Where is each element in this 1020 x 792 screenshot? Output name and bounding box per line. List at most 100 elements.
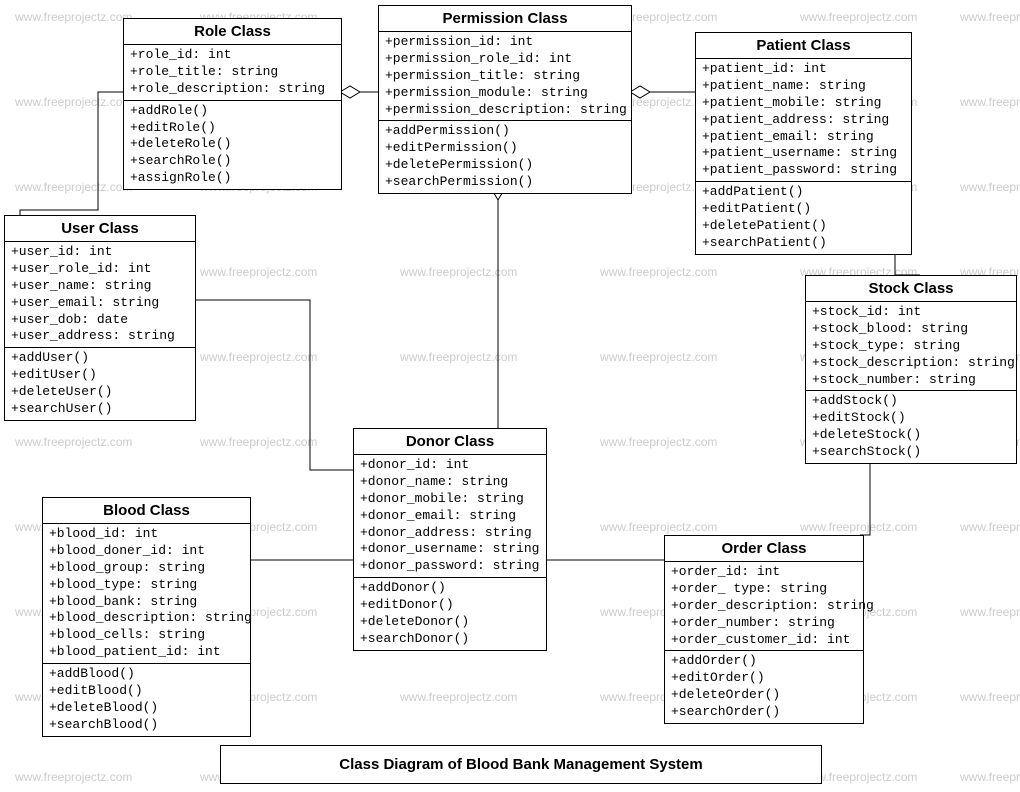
class-order-attrs: +order_id: int+order_ type: string+order… [665,562,863,651]
class-member: +role_description: string [130,81,335,98]
class-order-title: Order Class [665,536,863,562]
class-member: +searchOrder() [671,704,857,721]
class-member: +blood_doner_id: int [49,543,244,560]
class-stock-attrs: +stock_id: int+stock_blood: string+stock… [806,302,1016,391]
class-member: +deletePermission() [385,157,625,174]
watermark-text: www.freeprojectz.com [15,95,132,109]
class-stock: Stock Class +stock_id: int+stock_blood: … [805,275,1017,464]
class-member: +blood_type: string [49,577,244,594]
watermark-text: www.freeprojectz.com [600,520,717,534]
class-member: +order_description: string [671,598,857,615]
class-patient: Patient Class +patient_id: int+patient_n… [695,32,912,255]
class-member: +user_id: int [11,244,189,261]
watermark-text: www.freeprojectz.com [800,520,917,534]
class-member: +searchStock() [812,444,1010,461]
class-member: +editUser() [11,367,189,384]
watermark-text: www.freeprojectz.com [600,265,717,279]
class-member: +blood_id: int [49,526,244,543]
watermark-text: www.freeprojectz.com [960,520,1020,534]
class-member: +stock_description: string [812,355,1010,372]
class-member: +user_dob: date [11,312,189,329]
watermark-text: www.freeprojectz.com [960,770,1020,784]
class-member: +permission_module: string [385,85,625,102]
diagram-title: Class Diagram of Blood Bank Management S… [220,745,822,784]
class-patient-attrs: +patient_id: int+patient_name: string +pa… [696,59,911,182]
class-member: +addPermission() [385,123,625,140]
watermark-text: www.freeprojectz.com [600,435,717,449]
class-role-ops: +addRole()+editRole()+deleteRole()+searc… [124,101,341,189]
class-user-title: User Class [5,216,195,242]
watermark-text: www.freeprojectz.com [15,180,132,194]
class-patient-ops: +addPatient()+editPatient()+deletePatien… [696,182,911,254]
class-member: +addRole() [130,103,335,120]
class-member: +editOrder() [671,670,857,687]
class-member: +donor_name: string [360,474,540,491]
class-member: +donor_username: string [360,541,540,558]
watermark-text: www.freeprojectz.com [400,350,517,364]
watermark-text: www.freeprojectz.com [960,95,1020,109]
class-permission: Permission Class +permission_id: int+per… [378,5,632,194]
watermark-text: www.freeprojectz.com [15,10,132,24]
class-role-title: Role Class [124,19,341,45]
class-member: +patient_address: string [702,112,905,129]
class-member: +addPatient() [702,184,905,201]
class-member: +user_email: string [11,295,189,312]
class-role-attrs: +role_id: int+role_title: string+role_de… [124,45,341,101]
class-member: +searchPermission() [385,174,625,191]
class-member: +deleteDonor() [360,614,540,631]
class-member: +stock_blood: string [812,321,1010,338]
class-member: +editStock() [812,410,1010,427]
watermark-text: www.freeprojectz.com [15,770,132,784]
class-role: Role Class +role_id: int+role_title: str… [123,18,342,190]
class-member: +deleteBlood() [49,700,244,717]
class-member: +patient_email: string [702,129,905,146]
class-member: +permission_description: string [385,102,625,119]
class-user-ops: +addUser()+editUser()+deleteUser()+searc… [5,348,195,420]
class-blood-title: Blood Class [43,498,250,524]
class-member: +addStock() [812,393,1010,410]
class-member: +patient_id: int [702,61,905,78]
class-member: +permission_role_id: int [385,51,625,68]
class-member: +patient_name: string [702,78,905,95]
class-member: +permission_title: string [385,68,625,85]
class-blood: Blood Class +blood_id: int+blood_doner_i… [42,497,251,737]
class-member: +donor_password: string [360,558,540,575]
class-member: +patient_username: string [702,145,905,162]
watermark-text: www.freeprojectz.com [800,10,917,24]
class-member: +stock_number: string [812,372,1010,389]
watermark-text: www.freeprojectz.com [200,265,317,279]
watermark-text: www.freeprojectz.com [600,350,717,364]
class-member: +blood_cells: string [49,627,244,644]
class-order: Order Class +order_id: int+order_ type: … [664,535,864,724]
class-member: +deleteUser() [11,384,189,401]
class-donor: Donor Class +donor_id: int+donor_name: s… [353,428,547,651]
class-member: +order_customer_id: int [671,632,857,649]
class-permission-title: Permission Class [379,6,631,32]
class-donor-attrs: +donor_id: int+donor_name: string+donor_… [354,455,546,578]
watermark-text: www.freeprojectz.com [960,690,1020,704]
class-member: +addOrder() [671,653,857,670]
class-member: +searchDonor() [360,631,540,648]
class-member: +deleteOrder() [671,687,857,704]
class-blood-attrs: +blood_id: int+blood_doner_id: int+blood… [43,524,250,664]
class-member: +role_title: string [130,64,335,81]
class-member: +blood_patient_id: int [49,644,244,661]
class-user: User Class +user_id: int+user_role_id: i… [4,215,196,421]
class-member: +stock_type: string [812,338,1010,355]
class-user-attrs: +user_id: int+user_role_id: int+user_nam… [5,242,195,348]
class-member: +addBlood() [49,666,244,683]
class-member: +permission_id: int [385,34,625,51]
class-permission-attrs: +permission_id: int+permission_role_id: … [379,32,631,121]
class-order-ops: +addOrder()+editOrder()+deleteOrder()+se… [665,651,863,723]
class-member: +order_ type: string [671,581,857,598]
class-member: +blood_group: string [49,560,244,577]
class-member: +addDonor() [360,580,540,597]
class-member: +order_number: string [671,615,857,632]
class-member: +patient_password: string [702,162,905,179]
class-member: +blood_bank: string [49,594,244,611]
class-donor-ops: +addDonor()+editDonor()+deleteDonor()+se… [354,578,546,650]
class-member: +donor_email: string [360,508,540,525]
class-member: +assignRole() [130,170,335,187]
class-member: +searchUser() [11,401,189,418]
class-stock-ops: +addStock()+editStock()+deleteStock()+se… [806,391,1016,463]
